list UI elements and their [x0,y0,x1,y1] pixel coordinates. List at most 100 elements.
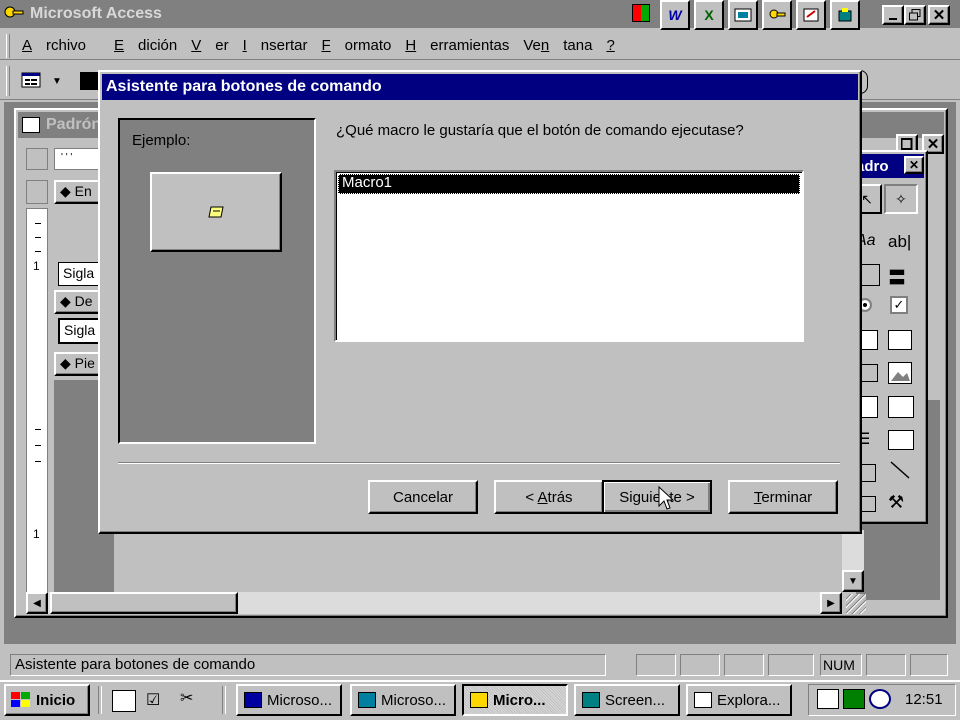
tray-network-icon[interactable] [843,689,865,709]
next-button[interactable]: Siguiente > [602,480,712,514]
windows-logo-icon [11,692,30,707]
menu-ver[interactable]: Ver [191,37,228,54]
toolbox-close-button[interactable]: ✕ [904,156,924,174]
task-powerpoint[interactable]: Microso... [350,684,456,716]
toggle-button-icon[interactable]: 〓 [888,264,910,288]
quicklaunch-divider [98,686,102,714]
setup-icon[interactable] [830,0,860,30]
form-icon [22,117,40,133]
menu-ventana[interactable]: Ven tana [523,37,592,54]
dialog-separator [118,462,840,464]
menu-help[interactable]: ? [606,37,628,54]
status-panel-4 [768,654,814,676]
wizard-question: ¿Qué macro le gustaría que el botón de c… [336,122,744,139]
menu-formato[interactable]: Formato [321,37,391,54]
menu-edicion[interactable]: Edición [114,37,177,54]
explorer-icon [694,692,712,708]
menu-items: Archivo Edición Ver Insertar Formato Her… [22,37,643,54]
section-arrow-icon: ◆ [60,293,71,309]
mouse-cursor-icon [658,486,674,510]
quicklaunch-tools-icon[interactable]: ✂ [180,688,204,712]
example-button-preview [150,172,282,252]
tasks-divider [222,686,226,714]
tray-scheduler-icon[interactable] [817,689,839,709]
menu-archivo[interactable]: Archivo [22,37,100,54]
macro-list-item-selected[interactable]: Macro1 [338,174,800,194]
image-icon[interactable] [888,362,912,384]
word-icon [244,692,262,708]
status-panel-6 [866,654,906,676]
wizard-title-bar: Asistente para botones de comando [102,74,858,100]
section-arrow-icon: ◆ [60,183,71,199]
restore-button[interactable] [904,5,926,25]
system-tray: 12:51 [808,684,956,716]
monitor-icon [582,692,600,708]
office-logo-icon [632,4,650,22]
macro-scroll-icon [208,206,224,218]
cancel-button[interactable]: Cancelar [368,480,478,514]
scroll-right-button[interactable]: ▶ [820,592,842,614]
bound-object-icon[interactable] [888,396,914,418]
menu-herramientas[interactable]: Herramientas [405,37,509,54]
back-button[interactable]: < Atrás [494,480,604,514]
tray-clock-icon[interactable] [869,689,891,709]
status-bar: Asistente para botones de comando NUM [0,650,960,680]
status-panel-7 [910,654,948,676]
save-icon[interactable] [80,72,98,90]
access-key-icon [470,692,488,708]
excel-icon[interactable]: X [694,0,724,30]
office-shortcut-bar: W X [632,0,868,30]
example-label: Ejemplo: [132,132,191,149]
task-access-active[interactable]: Micro... [462,684,568,716]
vertical-ruler: 1 1 [26,208,48,600]
access-key-icon [4,5,24,23]
section-selector-header[interactable] [26,180,48,204]
checkbox-icon[interactable]: ✓ [890,296,908,314]
wizard-dialog: Asistente para botones de comando Ejempl… [98,70,862,534]
tab-control-icon[interactable] [888,430,914,450]
quicklaunch-check-icon[interactable]: ☑ [146,690,170,712]
section-arrow-icon: ◆ [60,355,71,371]
task-word[interactable]: Microso... [236,684,342,716]
access-icon[interactable] [762,0,792,30]
macro-list[interactable]: Macro1 [334,170,804,342]
minimize-button[interactable] [882,5,904,25]
status-panel-2 [680,654,720,676]
list-box-icon[interactable] [888,330,912,350]
menu-bar: Archivo Edición Ver Insertar Formato Her… [0,32,960,60]
close-button[interactable]: ✕ [928,5,950,25]
status-panel-1 [636,654,676,676]
quicklaunch-explorer-icon[interactable] [112,690,136,712]
status-text: Asistente para botones de comando [15,656,256,673]
app-title: Microsoft Access [30,5,162,22]
more-controls-icon[interactable]: ⚒ [888,492,914,516]
scroll-down-button[interactable]: ▼ [842,570,864,592]
scroll-left-button[interactable]: ◀ [26,592,48,614]
menu-grip [6,34,10,58]
clock: 12:51 [905,691,943,708]
schedule-icon[interactable] [796,0,826,30]
powerpoint-icon[interactable] [728,0,758,30]
toolbar-grip [6,66,10,96]
status-panel-3 [724,654,764,676]
resize-grip[interactable] [846,594,866,614]
start-button[interactable]: Inicio [4,684,90,716]
menu-insertar[interactable]: Insertar [243,37,308,54]
view-form-icon[interactable] [20,70,44,92]
wizard-title: Asistente para botones de comando [106,78,382,95]
finish-button[interactable]: Terminar [728,480,838,514]
scroll-thumb[interactable] [50,592,238,614]
textbox-tool-icon[interactable]: ab| [888,232,911,252]
ruler-corner [26,148,48,170]
example-panel: Ejemplo: [118,118,316,444]
ruler-number: 1 [33,259,40,273]
view-dropdown-arrow-icon[interactable]: ▼ [48,70,66,92]
line-tool-icon[interactable] [888,458,914,484]
task-screen[interactable]: Screen... [574,684,680,716]
ruler-number: 1 [33,527,40,541]
status-text-panel: Asistente para botones de comando [10,654,606,676]
task-explorer[interactable]: Explora... [686,684,792,716]
num-lock-indicator: NUM [820,654,862,676]
word-icon[interactable]: W [660,0,690,30]
control-wizards-icon[interactable]: ✧ [884,184,918,214]
